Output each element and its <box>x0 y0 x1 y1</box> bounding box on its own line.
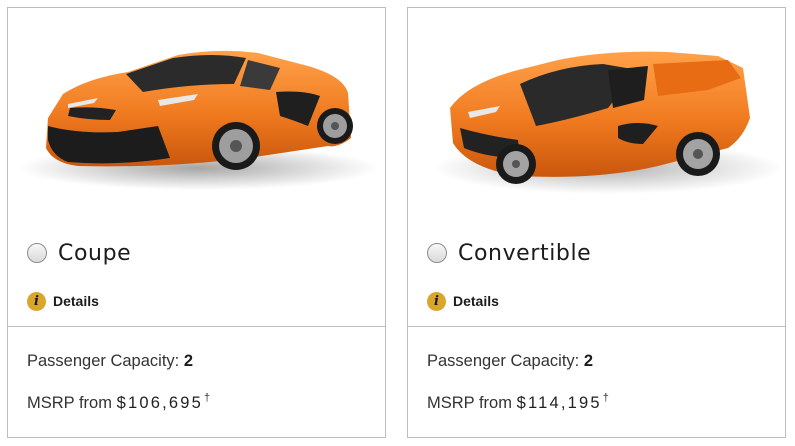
radio-unselected-icon[interactable] <box>427 243 447 263</box>
details-label: Details <box>53 293 99 309</box>
option-label: Convertible <box>458 240 592 266</box>
msrp-label: MSRP from <box>27 394 112 412</box>
coupe-card[interactable]: Coupe i Details Passenger Capacity: 2 MS… <box>7 7 386 438</box>
option-label: Coupe <box>58 240 132 266</box>
msrp: MSRP from $114,195† <box>427 392 609 413</box>
msrp-footnote-mark[interactable]: † <box>603 392 609 404</box>
msrp: MSRP from $106,695† <box>27 392 210 413</box>
convertible-radio-option[interactable]: Convertible <box>427 233 591 273</box>
details-label: Details <box>453 293 499 309</box>
convertible-details-link[interactable]: i Details <box>427 290 499 312</box>
msrp-value: $106,695 <box>116 394 203 412</box>
convertible-image <box>408 8 785 223</box>
coupe-details-link[interactable]: i Details <box>27 290 99 312</box>
capacity-label: Passenger Capacity: <box>427 352 580 370</box>
info-icon: i <box>427 291 446 311</box>
msrp-value: $114,195 <box>516 394 602 412</box>
coupe-image <box>8 8 385 223</box>
info-icon: i <box>27 291 46 311</box>
capacity-label: Passenger Capacity: <box>27 352 180 370</box>
msrp-label: MSRP from <box>427 394 512 412</box>
radio-unselected-icon[interactable] <box>27 243 47 263</box>
passenger-capacity: Passenger Capacity: 2 <box>427 352 593 371</box>
coupe-radio-option[interactable]: Coupe <box>27 233 131 273</box>
passenger-capacity: Passenger Capacity: 2 <box>27 352 193 371</box>
capacity-value: 2 <box>583 352 594 370</box>
convertible-card[interactable]: Convertible i Details Passenger Capacity… <box>407 7 786 438</box>
divider <box>408 326 785 327</box>
divider <box>8 326 385 327</box>
msrp-footnote-mark[interactable]: † <box>204 392 210 404</box>
capacity-value: 2 <box>183 352 194 370</box>
